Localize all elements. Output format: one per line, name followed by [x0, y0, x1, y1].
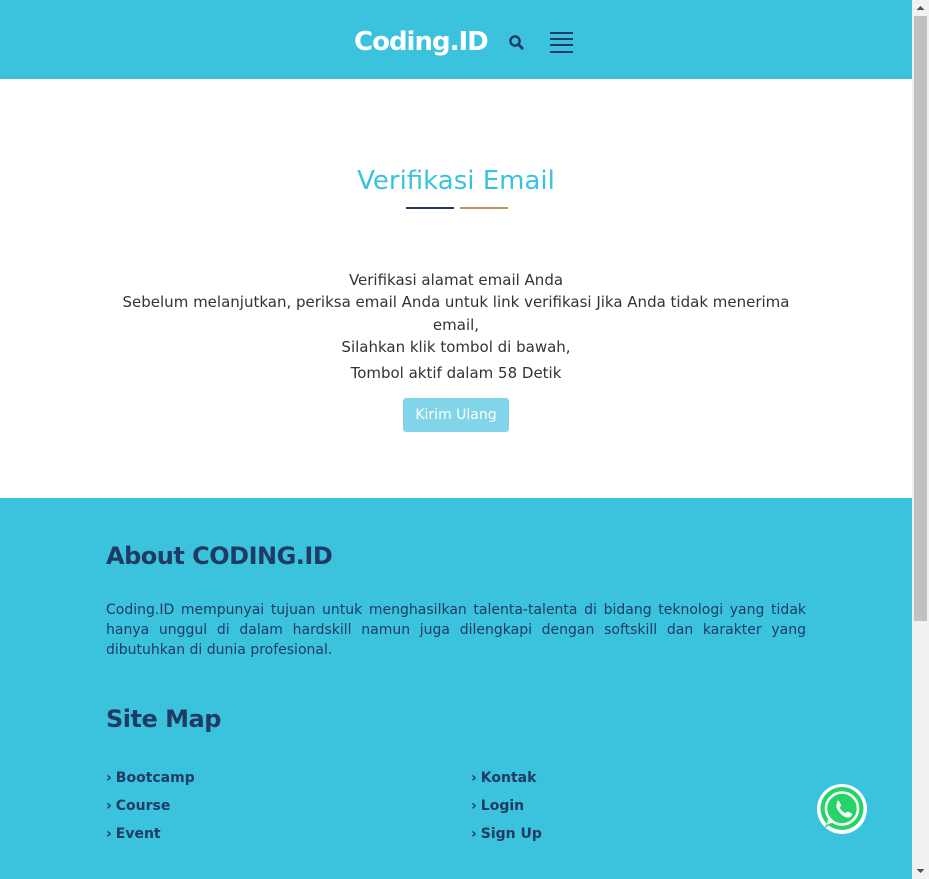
chevron-right-icon: › [471, 770, 477, 786]
sitemap-link-signup[interactable]: › Sign Up [471, 824, 542, 844]
search-icon[interactable] [508, 34, 526, 52]
sitemap-title: Site Map [106, 705, 221, 733]
title-divider-navy [406, 207, 454, 209]
whatsapp-icon[interactable] [815, 782, 869, 836]
about-title: About CODING.ID [106, 542, 333, 570]
vertical-scrollbar[interactable] [912, 0, 929, 879]
sitemap-link-course[interactable]: › Course [106, 796, 170, 816]
page: Coding.ID Verifikasi Email Verifikasi al… [0, 0, 912, 879]
chevron-right-icon: › [471, 826, 477, 842]
scrollbar-thumb[interactable] [914, 16, 927, 621]
page-title: Verifikasi Email [357, 166, 555, 196]
sitemap-link-login[interactable]: › Login [471, 796, 524, 816]
resend-button[interactable]: Kirim Ulang [403, 398, 509, 432]
verify-click-text: Silahkan klik tombol di bawah, [341, 338, 571, 356]
chevron-right-icon: › [471, 798, 477, 814]
site-footer: About CODING.ID Coding.ID mempunyai tuju… [0, 498, 912, 879]
verify-heading-text: Verifikasi alamat email Anda [348, 271, 564, 289]
chevron-right-icon: › [106, 798, 112, 814]
sitemap-link-kontak[interactable]: › Kontak [471, 768, 536, 788]
countdown-text: Tombol aktif dalam 58 Detik [350, 364, 562, 382]
verification-section: Verifikasi Email Verifikasi alamat email… [0, 79, 912, 498]
chevron-right-icon: › [106, 770, 112, 786]
chevron-right-icon: › [106, 826, 112, 842]
scroll-down-arrow-icon[interactable] [912, 863, 929, 879]
site-header: Coding.ID [0, 0, 912, 79]
hamburger-menu-icon[interactable] [550, 32, 574, 54]
about-text: Coding.ID mempunyai tujuan untuk menghas… [106, 602, 806, 658]
site-logo[interactable]: Coding.ID [354, 25, 489, 59]
verify-instruction-text: Sebelum melanjutkan, periksa email Anda … [122, 293, 790, 334]
title-divider-gold [460, 207, 508, 209]
sitemap-link-event[interactable]: › Event [106, 824, 161, 844]
sitemap-link-bootcamp[interactable]: › Bootcamp [106, 768, 195, 788]
scroll-up-arrow-icon[interactable] [912, 0, 929, 16]
